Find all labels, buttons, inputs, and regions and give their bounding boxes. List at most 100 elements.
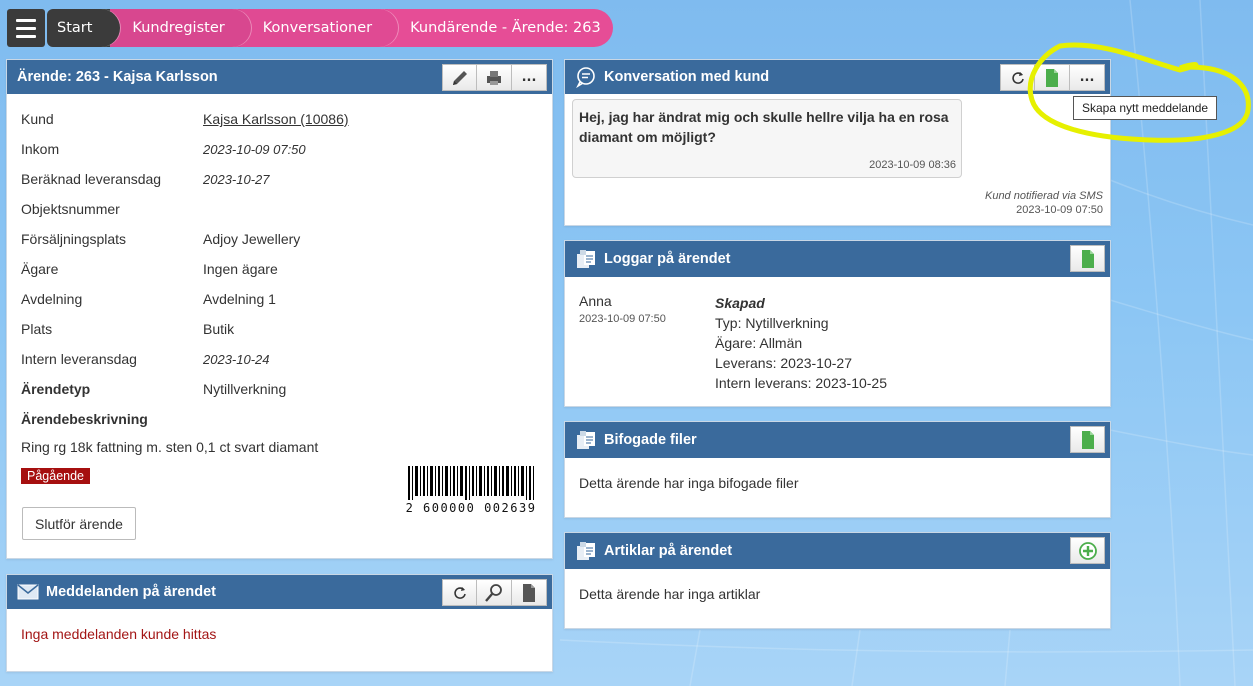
case-details: Kund Kajsa Karlsson (10086) Inkom 2023-10-… xyxy=(7,94,552,434)
detail-row-intern-leveransdag: Intern leveransdag 2023-10-24 xyxy=(21,344,538,374)
green-document-icon xyxy=(1081,249,1094,268)
detail-value: Nytillverkning xyxy=(203,381,287,397)
log-content: Skapad Typ: Nytillverkning Ägare: Allmän… xyxy=(715,293,887,393)
case-panel-toolbar: ... xyxy=(442,64,547,91)
clipboard-icon xyxy=(575,540,597,562)
breadcrumb-start[interactable]: Start xyxy=(47,9,121,47)
green-document-icon xyxy=(1081,430,1094,449)
detail-value: Adjoy Jewellery xyxy=(203,231,301,247)
description-heading-row: Ärendebeskrivning xyxy=(21,404,538,434)
log-heading: Skapad xyxy=(715,295,765,311)
detail-row-arendetyp: Ärendetyp Nytillverkning xyxy=(21,374,538,404)
detail-label: Ägare xyxy=(21,261,59,277)
refresh-icon xyxy=(453,586,466,599)
plus-circle-icon xyxy=(1078,541,1097,560)
description-label: Ärendebeskrivning xyxy=(21,411,148,427)
new-message-button[interactable] xyxy=(1035,64,1070,91)
detail-row-plats: Plats Butik xyxy=(21,314,538,344)
print-button[interactable] xyxy=(477,64,512,91)
customer-link[interactable]: Kajsa Karlsson (10086) xyxy=(203,111,538,127)
speech-bubble-icon xyxy=(575,66,597,88)
articles-panel: Artiklar på ärendet Detta ärende har ing… xyxy=(564,532,1111,629)
files-panel-toolbar xyxy=(1070,426,1105,453)
top-navigation: Start Kundregister Konversationer Kundär… xyxy=(7,9,613,47)
articles-empty-text: Detta ärende har inga artiklar xyxy=(579,586,761,602)
messages-panel-header: Meddelanden på ärendet xyxy=(7,575,552,609)
add-article-button[interactable] xyxy=(1070,537,1105,564)
new-message-tooltip: Skapa nytt meddelande xyxy=(1073,96,1218,120)
conversation-panel-title: Konversation med kund xyxy=(604,69,770,85)
new-document-button[interactable] xyxy=(512,579,547,606)
document-icon xyxy=(523,583,535,602)
message-text: Hej, jag har ändrat mig och skulle hellr… xyxy=(579,109,949,145)
detail-label: Inkom xyxy=(21,141,60,157)
detail-value: Ingen ägare xyxy=(203,261,278,277)
detail-row-objektsnummer: Objektsnummer xyxy=(21,194,538,224)
refresh-icon xyxy=(1011,71,1024,84)
log-line: Typ: Nytillverkning xyxy=(715,315,829,331)
case-panel-header: Ärende: 263 - Kajsa Karlsson ... xyxy=(7,60,552,94)
articles-panel-title: Artiklar på ärendet xyxy=(604,543,733,559)
edit-button[interactable] xyxy=(442,64,477,91)
files-empty-text: Detta ärende har inga bifogade filer xyxy=(579,475,799,491)
conversation-panel: Konversation med kund ... Hej, jag har ä… xyxy=(564,59,1111,226)
case-status-area: Pågående Slutför ärende 2 600000 002639 xyxy=(7,464,552,544)
detail-row-forsaljningsplats: Försäljningsplats Adjoy Jewellery xyxy=(21,224,538,254)
files-panel-title: Bifogade filer xyxy=(604,432,697,448)
conversation-panel-toolbar: ... xyxy=(1000,64,1105,91)
detail-label: Avdelning xyxy=(21,291,83,307)
log-line: Ägare: Allmän xyxy=(715,335,803,351)
pencil-icon xyxy=(452,70,467,85)
more-options-button[interactable]: ... xyxy=(1070,64,1105,91)
finish-case-button[interactable]: Slutför ärende xyxy=(22,507,136,540)
add-log-button[interactable] xyxy=(1070,245,1105,272)
detail-row-inkom: Inkom 2023-10-09 07:50 xyxy=(21,134,538,164)
detail-label: Plats xyxy=(21,321,53,337)
printer-icon xyxy=(487,70,501,85)
breadcrumb-current-case[interactable]: Kundärende - Ärende: 263 xyxy=(388,9,613,47)
detail-label: Ärendetyp xyxy=(21,381,91,397)
add-file-button[interactable] xyxy=(1070,426,1105,453)
articles-panel-toolbar xyxy=(1070,537,1105,564)
log-time: 2023-10-09 07:50 xyxy=(579,313,666,325)
files-panel-header: Bifogade filer xyxy=(565,422,1110,458)
logs-panel-title: Loggar på ärendet xyxy=(604,251,731,267)
customer-message: Hej, jag har ändrat mig och skulle hellr… xyxy=(572,99,962,178)
conversation-panel-header: Konversation med kund ... xyxy=(565,60,1110,94)
logs-panel-toolbar xyxy=(1070,245,1105,272)
envelope-icon xyxy=(17,581,39,603)
detail-value: 2023-10-09 07:50 xyxy=(203,141,306,157)
detail-value: Butik xyxy=(203,321,235,337)
magnifier-icon xyxy=(485,583,502,602)
articles-panel-header: Artiklar på ärendet xyxy=(565,533,1110,569)
detail-value: 2023-10-24 xyxy=(203,351,270,367)
hamburger-menu-icon[interactable] xyxy=(7,9,45,47)
messages-panel: Meddelanden på ärendet Inga meddelanden … xyxy=(6,574,553,672)
detail-value: 2023-10-27 xyxy=(203,171,270,187)
search-button[interactable] xyxy=(477,579,512,606)
more-options-button[interactable]: ... xyxy=(512,64,547,91)
detail-label: Beräknad leveransdag xyxy=(21,171,162,187)
barcode-number: 2 600000 002639 xyxy=(405,501,537,515)
logs-panel-header: Loggar på ärendet xyxy=(565,241,1110,277)
log-line: Intern leverans: 2023-10-25 xyxy=(715,375,887,391)
detail-row-avdelning: Avdelning Avdelning 1 xyxy=(21,284,538,314)
detail-label: Intern leveransdag xyxy=(21,351,137,367)
clipboard-icon xyxy=(575,429,597,451)
green-document-icon xyxy=(1046,68,1058,87)
refresh-button[interactable] xyxy=(442,579,477,606)
detail-label: Objektsnummer xyxy=(21,201,120,217)
breadcrumb: Start Kundregister Konversationer Kundär… xyxy=(47,9,613,47)
files-panel: Bifogade filer Detta ärende har inga bif… xyxy=(564,421,1111,518)
breadcrumb-kundregister[interactable]: Kundregister xyxy=(110,9,252,47)
detail-row-leveransdag: Beräknad leveransdag 2023-10-27 xyxy=(21,164,538,194)
detail-label: Kund xyxy=(21,111,54,127)
notification-text: Kund notifierad via SMS xyxy=(984,190,1103,202)
notification-time: 2023-10-09 07:50 xyxy=(1016,204,1103,216)
log-entry: Anna 2023-10-09 07:50 Skapad Typ: Nytill… xyxy=(565,277,1110,409)
message-time: 2023-10-09 08:36 xyxy=(869,159,956,171)
messages-panel-toolbar xyxy=(442,579,547,606)
breadcrumb-konversationer[interactable]: Konversationer xyxy=(240,9,399,47)
refresh-button[interactable] xyxy=(1000,64,1035,91)
case-panel: Ärende: 263 - Kajsa Karlsson ... Kund Kaj… xyxy=(6,59,553,559)
